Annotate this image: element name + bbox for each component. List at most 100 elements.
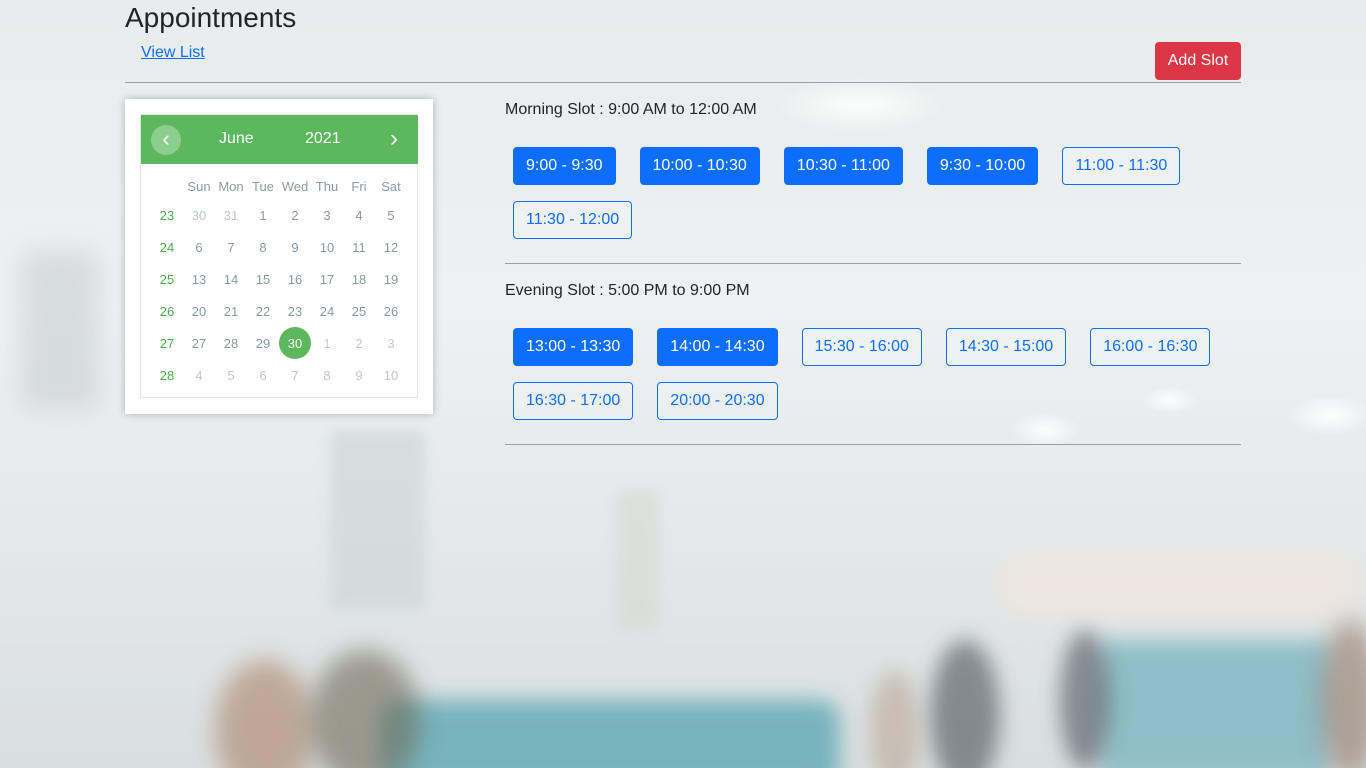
calendar-day-number: 10: [319, 239, 335, 255]
calendar-day[interactable]: 19: [375, 263, 407, 295]
evening-slot-button[interactable]: 13:00 - 13:30: [513, 328, 634, 366]
calendar-week-row: 23 30 31 1 2 3 4 5: [151, 199, 407, 231]
evening-slot-button[interactable]: 20:00 - 20:30: [657, 382, 778, 420]
weekday-label: Fri: [351, 178, 367, 194]
morning-slot-button[interactable]: 9:00 - 9:30: [513, 147, 616, 185]
calendar-day[interactable]: 16: [279, 263, 311, 295]
calendar-day[interactable]: 10: [311, 231, 343, 263]
calendar-day-number: 8: [323, 367, 331, 383]
calendar-day[interactable]: 13: [183, 263, 215, 295]
calendar-day[interactable]: 8: [311, 359, 343, 391]
calendar-day[interactable]: 5: [375, 199, 407, 231]
calendar-day[interactable]: 3: [311, 199, 343, 231]
calendar-day-number: 19: [383, 271, 399, 287]
calendar-day-number: 1: [259, 207, 267, 223]
calendar-day-number: 26: [383, 303, 399, 319]
calendar-day[interactable]: 9: [279, 231, 311, 263]
calendar-day[interactable]: 22: [247, 295, 279, 327]
calendar-day-number: 21: [223, 303, 239, 319]
next-month-button[interactable]: ›: [379, 125, 409, 155]
calendar-day[interactable]: 4: [183, 359, 215, 391]
calendar-day[interactable]: 9: [343, 359, 375, 391]
evening-slot-button[interactable]: 14:00 - 14:30: [657, 328, 778, 366]
morning-slot-button[interactable]: 10:00 - 10:30: [639, 147, 760, 185]
calendar-day[interactable]: 27: [183, 327, 215, 359]
appointments-page: Appointments View List Add Slot ‹ June 2…: [0, 0, 1366, 768]
calendar-day[interactable]: 5: [215, 359, 247, 391]
calendar-day[interactable]: 25: [343, 295, 375, 327]
calendar-day[interactable]: 6: [247, 359, 279, 391]
calendar-day[interactable]: 11: [343, 231, 375, 263]
calendar-day[interactable]: 14: [215, 263, 247, 295]
calendar-day[interactable]: 8: [247, 231, 279, 263]
calendar-day[interactable]: 23: [279, 295, 311, 327]
calendar-day[interactable]: 20: [183, 295, 215, 327]
calendar-day[interactable]: 30: [183, 199, 215, 231]
morning-slot-button[interactable]: 9:30 - 10:00: [926, 147, 1039, 185]
week-number: 26: [159, 303, 175, 319]
calendar-day[interactable]: 4: [343, 199, 375, 231]
calendar-week-row: 26 20 21 22 23 24 25 26: [151, 295, 407, 327]
calendar-day[interactable]: 12: [375, 231, 407, 263]
calendar-day[interactable]: 2: [279, 199, 311, 231]
calendar-week-row: 25 13 14 15 16 17 18 19: [151, 263, 407, 295]
calendar-day-number: 31: [223, 207, 239, 223]
week-number: 27: [159, 335, 175, 351]
calendar-day[interactable]: 1: [311, 327, 343, 359]
week-number: 25: [159, 271, 175, 287]
calendar-day-selected[interactable]: 30: [279, 327, 311, 359]
calendar-month[interactable]: June: [219, 130, 254, 148]
calendar-day-number: 18: [351, 271, 367, 287]
morning-slot-button[interactable]: 11:30 - 12:00: [513, 201, 633, 239]
calendar-day[interactable]: 3: [375, 327, 407, 359]
calendar-day[interactable]: 24: [311, 295, 343, 327]
calendar-day-number: 8: [259, 239, 267, 255]
calendar-day-number: 6: [195, 239, 203, 255]
calendar-day-number: 15: [255, 271, 271, 287]
calendar-day[interactable]: 1: [247, 199, 279, 231]
calendar-day[interactable]: 28: [215, 327, 247, 359]
evening-slot-button[interactable]: 16:00 - 16:30: [1090, 328, 1211, 366]
add-slot-button[interactable]: Add Slot: [1155, 42, 1241, 80]
calendar-day[interactable]: 17: [311, 263, 343, 295]
calendar-header: ‹ June 2021 ›: [141, 115, 418, 164]
calendar-day-number: 7: [291, 367, 299, 383]
week-number-header: [151, 173, 183, 199]
evening-slots: 13:00 - 13:30 14:00 - 14:30 15:30 - 16:00 1…: [505, 328, 1241, 436]
calendar-day[interactable]: 10: [375, 359, 407, 391]
prev-month-button[interactable]: ‹: [151, 125, 181, 155]
calendar-day-number: 29: [255, 335, 271, 351]
evening-slot-title: Evening Slot : 5:00 PM to 9:00 PM: [505, 282, 750, 299]
calendar-day[interactable]: 7: [215, 231, 247, 263]
calendar-day-number: 1: [323, 335, 331, 351]
morning-slot-title: Morning Slot : 9:00 AM to 12:00 AM: [505, 101, 757, 118]
weekday-label: Sat: [381, 178, 401, 194]
calendar-year[interactable]: 2021: [305, 130, 341, 148]
calendar-day[interactable]: 7: [279, 359, 311, 391]
view-list-link[interactable]: View List: [141, 44, 205, 62]
calendar-day-number: 24: [319, 303, 335, 319]
calendar-day[interactable]: 2: [343, 327, 375, 359]
evening-slot-button[interactable]: 16:30 - 17:00: [513, 382, 634, 420]
morning-slot-button[interactable]: 10:30 - 11:00: [783, 147, 903, 185]
evening-slot-button[interactable]: 14:30 - 15:00: [945, 328, 1067, 366]
calendar-day-number: 9: [291, 239, 299, 255]
weekday-label: Tue: [252, 178, 274, 194]
calendar-day[interactable]: 21: [215, 295, 247, 327]
calendar-day[interactable]: 29: [247, 327, 279, 359]
calendar-day[interactable]: 6: [183, 231, 215, 263]
calendar-card: ‹ June 2021 › Sun Mon Tue Wed Thu Fri Sat 23 30 3…: [125, 99, 433, 414]
evening-slot-button[interactable]: 15:30 - 16:00: [801, 328, 922, 366]
weekday-label: Thu: [315, 178, 339, 194]
calendar-day[interactable]: 31: [215, 199, 247, 231]
morning-slot-button[interactable]: 11:00 - 11:30: [1062, 147, 1181, 185]
calendar-day[interactable]: 26: [375, 295, 407, 327]
calendar-day-number: 6: [259, 367, 267, 383]
calendar-day-number: 25: [351, 303, 367, 319]
calendar-day-number: 2: [355, 335, 363, 351]
weekday-label: Sun: [187, 178, 211, 194]
calendar-day-number: 17: [319, 271, 335, 287]
calendar-day[interactable]: 18: [343, 263, 375, 295]
calendar-day[interactable]: 15: [247, 263, 279, 295]
calendar-day-number: 30: [191, 207, 207, 223]
